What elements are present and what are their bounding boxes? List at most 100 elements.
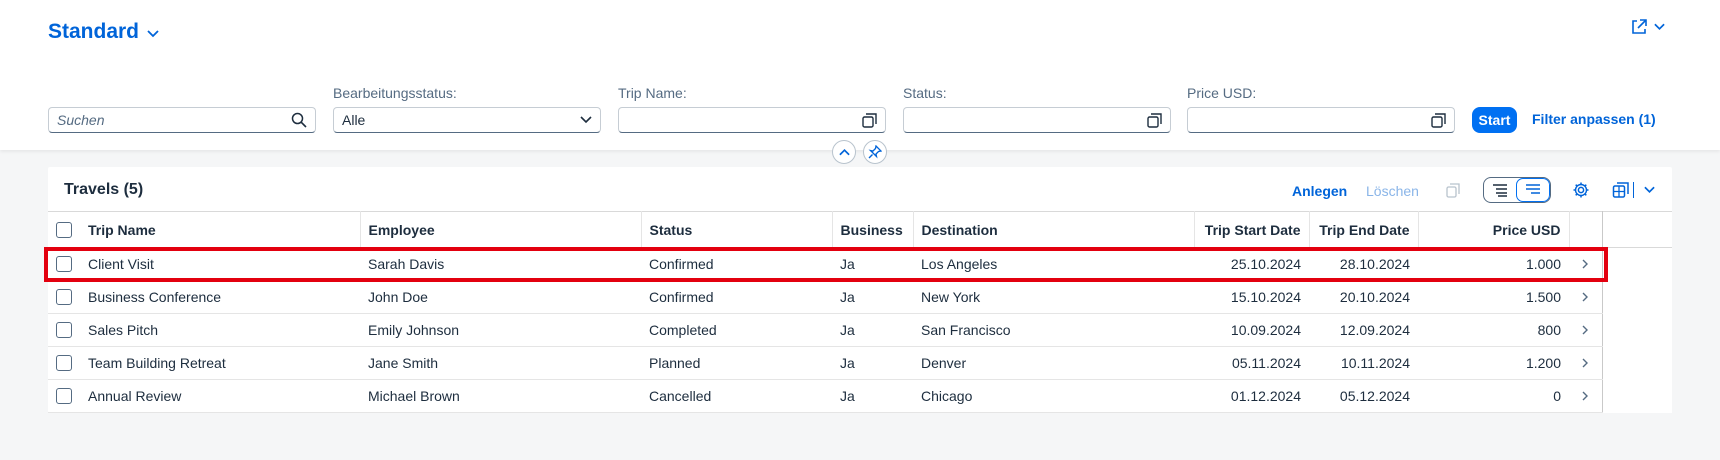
- column-header-navigation: [1569, 211, 1603, 248]
- row-filler: [1602, 346, 1672, 380]
- chevron-right-icon[interactable]: [1569, 313, 1603, 347]
- cell-trip-end-date: 12.09.2024: [1309, 313, 1418, 347]
- column-header-status[interactable]: Status: [641, 211, 833, 248]
- status-input[interactable]: [903, 107, 1171, 133]
- value-help-icon[interactable]: [1431, 112, 1446, 128]
- list-view-icon[interactable]: [1516, 178, 1550, 202]
- travels-table: Trip Name Employee Status Business Desti…: [48, 211, 1672, 413]
- variant-title[interactable]: Standard: [48, 20, 139, 44]
- cell-employee: Emily Johnson: [360, 313, 641, 347]
- travels-table-card: Travels (5) Anlegen Löschen Trip Name Em…: [48, 167, 1672, 413]
- chevron-down-icon[interactable]: [580, 116, 592, 124]
- cell-business: Ja: [832, 313, 913, 347]
- table-row[interactable]: Sales Pitch Emily Johnson Completed Ja S…: [48, 313, 1672, 347]
- cell-price-usd: 1.000: [1418, 247, 1569, 281]
- delete-button[interactable]: Löschen: [1366, 183, 1419, 199]
- column-header-trip-name[interactable]: Trip Name: [80, 211, 361, 248]
- cell-business: Ja: [832, 379, 913, 413]
- cell-trip-start-date: 15.10.2024: [1194, 280, 1309, 314]
- search-icon[interactable]: [291, 112, 307, 128]
- row-checkbox[interactable]: [56, 355, 72, 371]
- table-title: Travels (5): [64, 181, 144, 198]
- adapt-filters-button[interactable]: Filter anpassen (1): [1532, 111, 1656, 127]
- row-checkbox[interactable]: [56, 388, 72, 404]
- column-header-price-usd[interactable]: Price USD: [1418, 211, 1570, 248]
- row-select-cell: [48, 247, 80, 281]
- chevron-right-icon[interactable]: [1569, 280, 1603, 314]
- row-filler: [1602, 247, 1672, 281]
- cell-business: Ja: [832, 280, 913, 314]
- go-button[interactable]: Start: [1472, 107, 1517, 133]
- cell-destination: Chicago: [913, 379, 1194, 413]
- cell-price-usd: 1.200: [1418, 346, 1569, 380]
- export-icon[interactable]: [1608, 177, 1634, 203]
- filter-bar-header: Standard Suchen Bearbeitungsstatus: Alle: [0, 0, 1720, 150]
- price-usd-input[interactable]: [1187, 107, 1455, 133]
- table-row[interactable]: Annual Review Michael Brown Cancelled Ja…: [48, 379, 1672, 413]
- cell-status: Completed: [641, 313, 832, 347]
- create-button[interactable]: Anlegen: [1292, 183, 1347, 199]
- cell-destination: Los Angeles: [913, 247, 1194, 281]
- cell-status: Planned: [641, 346, 832, 380]
- editing-status-select[interactable]: Alle: [333, 107, 601, 133]
- cell-trip-start-date: 25.10.2024: [1194, 247, 1309, 281]
- table-header-row: Trip Name Employee Status Business Desti…: [48, 211, 1672, 248]
- table-row[interactable]: Team Building Retreat Jane Smith Planned…: [48, 346, 1672, 380]
- select-all-checkbox[interactable]: [56, 221, 72, 238]
- cell-status: Cancelled: [641, 379, 832, 413]
- row-filler: [1602, 313, 1672, 347]
- table-row[interactable]: Client Visit Sarah Davis Confirmed Ja Lo…: [48, 247, 1672, 281]
- column-header-trip-start-date[interactable]: Trip Start Date: [1194, 211, 1310, 248]
- chevron-right-icon[interactable]: [1569, 247, 1603, 281]
- share-button[interactable]: [1630, 18, 1665, 36]
- toolbar-separator: [1633, 182, 1634, 198]
- cell-destination: New York: [913, 280, 1194, 314]
- status-filter: Status:: [903, 84, 1171, 133]
- copy-icon[interactable]: [1441, 177, 1465, 203]
- chevron-down-icon[interactable]: [1654, 23, 1665, 31]
- column-header-trip-end-date[interactable]: Trip End Date: [1309, 211, 1419, 248]
- cell-employee: John Doe: [360, 280, 641, 314]
- cell-trip-name: Team Building Retreat: [80, 346, 360, 380]
- row-checkbox[interactable]: [56, 256, 72, 272]
- gear-icon[interactable]: [1568, 177, 1594, 203]
- chevron-right-icon[interactable]: [1569, 379, 1603, 413]
- editing-status-label: Bearbeitungsstatus:: [333, 85, 457, 101]
- value-help-icon[interactable]: [1147, 112, 1162, 128]
- chevron-up-icon[interactable]: [838, 148, 850, 156]
- pin-header-button[interactable]: [863, 140, 887, 164]
- variant-management[interactable]: Standard: [48, 20, 159, 44]
- cell-trip-name: Business Conference: [80, 280, 360, 314]
- table-row[interactable]: Business Conference John Doe Confirmed J…: [48, 280, 1672, 314]
- cell-business: Ja: [832, 346, 913, 380]
- tree-view-icon[interactable]: [1484, 178, 1516, 202]
- trip-name-label: Trip Name:: [618, 85, 687, 101]
- cell-trip-name: Annual Review: [80, 379, 360, 413]
- column-header-business[interactable]: Business: [832, 211, 914, 248]
- price-usd-label: Price USD:: [1187, 85, 1257, 101]
- cell-trip-name: Sales Pitch: [80, 313, 360, 347]
- chevron-down-icon[interactable]: [147, 30, 159, 38]
- search-input[interactable]: Suchen: [48, 107, 316, 133]
- cell-trip-end-date: 28.10.2024: [1309, 247, 1418, 281]
- cell-trip-end-date: 20.10.2024: [1309, 280, 1418, 314]
- column-header-employee[interactable]: Employee: [360, 211, 642, 248]
- chevron-down-icon[interactable]: [1640, 177, 1658, 203]
- cell-destination: Denver: [913, 346, 1194, 380]
- cell-trip-start-date: 01.12.2024: [1194, 379, 1309, 413]
- row-checkbox[interactable]: [56, 289, 72, 305]
- collapse-header-button[interactable]: [832, 140, 856, 164]
- value-help-icon[interactable]: [862, 112, 877, 128]
- pin-icon[interactable]: [868, 145, 882, 159]
- column-header-destination[interactable]: Destination: [913, 211, 1195, 248]
- price-usd-filter: Price USD:: [1187, 84, 1455, 133]
- row-select-cell: [48, 313, 80, 347]
- status-label: Status:: [903, 85, 947, 101]
- view-toggle[interactable]: [1483, 177, 1551, 203]
- share-icon[interactable]: [1630, 18, 1648, 36]
- trip-name-input[interactable]: [618, 107, 886, 133]
- cell-employee: Jane Smith: [360, 346, 641, 380]
- row-checkbox[interactable]: [56, 322, 72, 338]
- chevron-right-icon[interactable]: [1569, 346, 1603, 380]
- cell-price-usd: 1.500: [1418, 280, 1569, 314]
